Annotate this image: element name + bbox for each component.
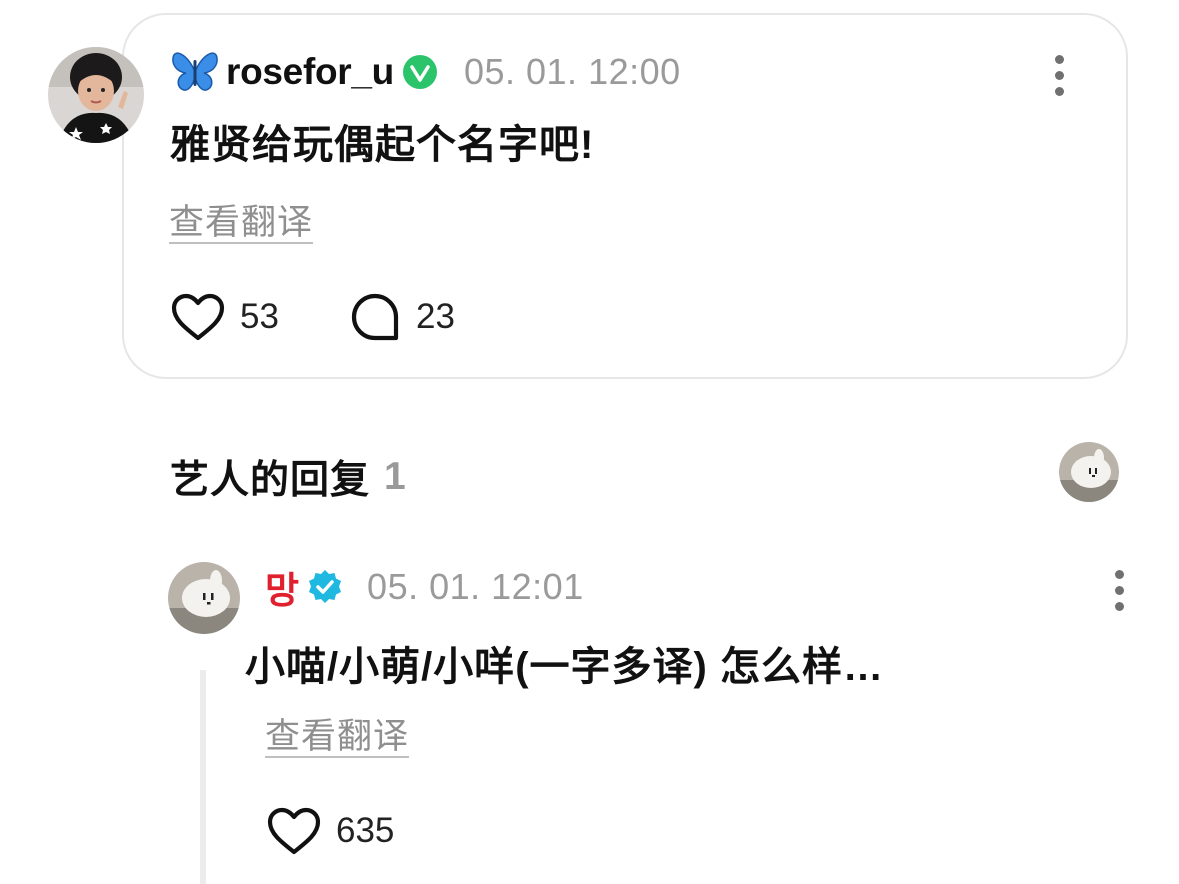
butterfly-icon [172, 52, 218, 91]
post-text: 雅贤给玩偶起个名字吧! [170, 123, 595, 167]
artist-replies-title: 艺人的回复 [170, 459, 371, 502]
reply-text: 小喵/小萌/小咩(一字多译) 怎么样… [245, 645, 884, 689]
reply-translate-link[interactable]: 查看翻译 [265, 708, 409, 759]
post-author-row: 🦋 rosefor_u 05. 01. 12:00 [170, 48, 681, 96]
reply-more-options-icon[interactable] [1112, 570, 1126, 611]
post-comment-button[interactable]: 23 [350, 292, 455, 342]
reply-like-count: 635 [336, 811, 395, 850]
post-comment-count: 23 [416, 297, 455, 336]
artist-replies-header: 艺人的回复 1 [170, 449, 406, 505]
comment-bubble-icon [351, 293, 399, 341]
post-author-avatar[interactable] [48, 47, 144, 143]
heart-icon [267, 807, 321, 855]
reply-author-avatar[interactable] [168, 562, 240, 634]
post-more-options-icon[interactable] [1052, 55, 1066, 96]
heart-icon [171, 293, 225, 341]
thread-line [200, 670, 206, 884]
post-like-count: 53 [240, 297, 279, 336]
verified-badge-icon [309, 570, 342, 603]
verified-badge-icon [402, 55, 437, 89]
reply-timestamp: 05. 01. 12:01 [367, 566, 584, 607]
reply-like-button[interactable]: 635 [266, 806, 394, 856]
reply-author-row: 망 05. 01. 12:01 [265, 564, 584, 611]
post-like-button[interactable]: 53 [170, 292, 279, 342]
reply-username[interactable]: 망 [265, 560, 299, 614]
post-username[interactable]: rosefor_u [226, 51, 394, 93]
artist-replies-count: 1 [384, 455, 406, 498]
post-timestamp: 05. 01. 12:00 [463, 51, 681, 92]
artist-avatar-small[interactable] [1059, 442, 1119, 502]
post-translate-link[interactable]: 查看翻译 [169, 194, 313, 245]
